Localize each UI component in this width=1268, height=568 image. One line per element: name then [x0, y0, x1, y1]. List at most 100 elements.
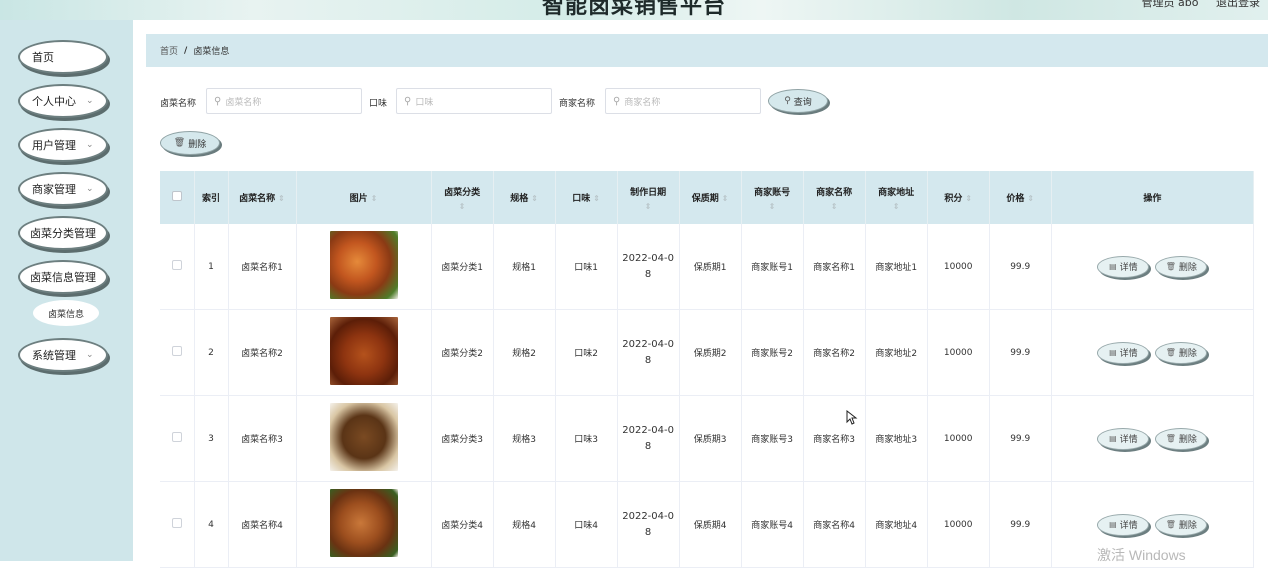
cell-category: 卤菜分类1 [431, 224, 494, 310]
col-merchant-account-label: 商家账号 [754, 187, 791, 198]
delete-button[interactable]: 🗑 删除 [1155, 427, 1208, 450]
cell-spec: 规格3 [493, 395, 556, 482]
col-merchant-address[interactable]: 商家地址 ⇕ [865, 171, 928, 224]
sidebar-item-system-management[interactable]: 系统管理 ⌄ [18, 338, 108, 372]
row-checkbox[interactable] [171, 346, 182, 356]
row-checkbox[interactable] [171, 260, 182, 270]
select-all-cell [160, 171, 195, 224]
food-image[interactable] [329, 489, 398, 557]
detail-button[interactable]: ▤ 详情 [1097, 255, 1150, 278]
detail-button-label: 详情 [1119, 263, 1138, 273]
logout-link[interactable]: 退出登录 [1216, 0, 1260, 9]
col-shelf-life[interactable]: 保质期 ⇕ [679, 171, 742, 224]
chevron-down-icon: ⌄ [86, 350, 94, 360]
col-image[interactable]: 图片 ⇕ [296, 171, 432, 224]
cell-merchant-address: 商家地址4 [865, 481, 928, 568]
cell-flavor: 口味2 [555, 309, 618, 396]
food-image[interactable] [329, 403, 398, 471]
sort-icon[interactable]: ⇕ [868, 202, 925, 211]
cell-merchant-address: 商家地址3 [865, 395, 928, 482]
admin-user-label[interactable]: 管理员 abo [1142, 0, 1199, 9]
submenu-item-info[interactable]: 卤菜信息 [33, 300, 99, 326]
col-price[interactable]: 价格 ⇕ [989, 171, 1052, 224]
col-merchant-account[interactable]: 商家账号 ⇕ [741, 171, 804, 224]
sidebar-item-merchant-management[interactable]: 商家管理 ⌄ [18, 172, 108, 206]
sidebar-item-personal-center[interactable]: 个人中心 ⌄ [18, 84, 108, 118]
sidebar-item-info-management[interactable]: 卤菜信息管理 [18, 260, 108, 294]
batch-delete-button[interactable]: 🗑 删除 [160, 131, 220, 155]
delete-button[interactable]: 🗑 删除 [1155, 341, 1208, 364]
sidebar-item-category-management[interactable]: 卤菜分类管理 [18, 216, 108, 250]
cell-merchant-account: 商家账号1 [741, 224, 804, 310]
chevron-down-icon: ⌄ [86, 184, 94, 194]
data-table: 索引 卤菜名称 ⇕ 图片 ⇕ 卤菜分类 ⇕ 规格 ⇕ 口味 ⇕ 制作日期 ⇕ 保质期 ⇕ 商家… [160, 171, 1255, 568]
made-date-line1: 2022-04-0 [622, 252, 674, 264]
col-price-label: 价格 [1006, 194, 1025, 204]
sort-icon[interactable]: ⇕ [371, 194, 378, 203]
sort-icon[interactable]: ⇕ [620, 202, 677, 211]
food-image[interactable] [329, 317, 398, 385]
detail-button[interactable]: ▤ 详情 [1097, 513, 1150, 536]
cell-spec: 规格2 [493, 309, 556, 396]
row-select-cell [160, 395, 195, 482]
name-search-input[interactable]: ⚲ 卤菜名称 [206, 88, 362, 114]
sort-icon[interactable]: ⇕ [434, 202, 491, 211]
merchant-search-input[interactable]: ⚲ 商家名称 [605, 88, 761, 114]
cell-flavor: 口味3 [555, 395, 618, 482]
cell-image [296, 481, 432, 568]
cell-index: 4 [194, 481, 229, 568]
delete-button[interactable]: 🗑 删除 [1155, 513, 1208, 536]
sort-icon[interactable]: ⇕ [722, 194, 729, 203]
cell-price: 99.9 [989, 395, 1052, 482]
col-image-label: 图片 [349, 194, 368, 204]
sort-icon[interactable]: ⇕ [744, 202, 801, 211]
sort-icon[interactable]: ⇕ [593, 194, 600, 203]
sidebar-item-label: 个人中心 [32, 95, 76, 108]
chevron-down-icon: ⌄ [86, 140, 94, 150]
query-button[interactable]: ⚲ 查询 [768, 89, 828, 113]
select-all-checkbox[interactable] [171, 191, 182, 201]
col-points[interactable]: 积分 ⇕ [927, 171, 990, 224]
cell-spec: 规格1 [493, 224, 556, 310]
site-title: 智能卤菜销售平台 [541, 0, 726, 19]
sidebar-item-label: 商家管理 [32, 183, 76, 196]
sort-icon[interactable]: ⇕ [531, 194, 538, 203]
sort-icon[interactable]: ⇕ [965, 194, 972, 203]
cell-name: 卤菜名称4 [228, 481, 297, 568]
detail-button[interactable]: ▤ 详情 [1097, 427, 1150, 450]
col-made-date[interactable]: 制作日期 ⇕ [617, 171, 680, 224]
sort-icon[interactable]: ⇕ [278, 194, 285, 203]
delete-button[interactable]: 🗑 删除 [1155, 255, 1208, 278]
sort-icon[interactable]: ⇕ [806, 202, 863, 211]
cell-made-date: 2022-04-0 8 [617, 481, 680, 568]
sidebar-item-home[interactable]: 首页 [18, 40, 108, 74]
sidebar-item-user-management[interactable]: 用户管理 ⌄ [18, 128, 108, 162]
breadcrumb-home[interactable]: 首页 [160, 44, 178, 57]
table-header-row: 索引 卤菜名称 ⇕ 图片 ⇕ 卤菜分类 ⇕ 规格 ⇕ 口味 ⇕ 制作日期 ⇕ 保质期 ⇕ 商家… [160, 171, 1255, 224]
food-image[interactable] [329, 231, 398, 299]
cell-actions: ▤ 详情 🗑 删除 [1051, 224, 1255, 310]
row-checkbox[interactable] [171, 518, 182, 528]
detail-button[interactable]: ▤ 详情 [1097, 341, 1150, 364]
col-made-date-label: 制作日期 [630, 187, 667, 198]
col-index-label: 索引 [201, 194, 220, 204]
col-flavor[interactable]: 口味 ⇕ [555, 171, 618, 224]
cell-points: 10000 [927, 481, 990, 568]
trash-icon: 🗑 [1165, 348, 1176, 357]
col-name[interactable]: 卤菜名称 ⇕ [228, 171, 297, 224]
sidebar-item-label: 用户管理 [32, 139, 76, 152]
sort-icon[interactable]: ⇕ [1027, 194, 1034, 203]
col-spec[interactable]: 规格 ⇕ [493, 171, 556, 224]
search-icon: ⚲ [214, 95, 222, 107]
cell-price: 99.9 [989, 224, 1052, 310]
cell-index: 1 [194, 224, 229, 310]
col-category[interactable]: 卤菜分类 ⇕ [431, 171, 494, 224]
row-checkbox[interactable] [171, 432, 182, 442]
top-header: 智能卤菜销售平台 管理员 abo 退出登录 [0, 0, 1268, 20]
row-select-cell [160, 224, 195, 310]
cell-made-date: 2022-04-0 8 [617, 395, 680, 482]
col-merchant-name[interactable]: 商家名称 ⇕ [803, 171, 866, 224]
trash-icon: 🗑 [173, 138, 186, 148]
search-icon: ⚲ [404, 95, 412, 107]
flavor-search-input[interactable]: ⚲ 口味 [396, 88, 552, 114]
